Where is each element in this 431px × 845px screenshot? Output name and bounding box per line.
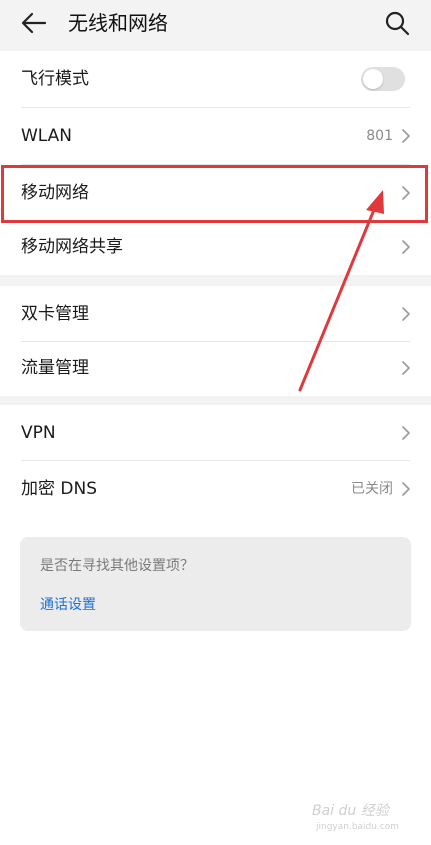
call-settings-link[interactable]: 通话设置 xyxy=(40,594,96,614)
watermark-url: jingyan.baidu.com xyxy=(316,822,400,832)
annotation-highlight-box xyxy=(1,165,428,223)
suggestion-question: 是否在寻找其他设置项？ xyxy=(40,558,194,574)
settings-group-sim: 双卡管理 流量管理 xyxy=(0,286,431,396)
row-label: 移动网络共享 xyxy=(21,237,123,257)
row-value: 801 xyxy=(366,128,393,144)
row-mobile-hotspot[interactable]: 移动网络共享 xyxy=(0,219,431,275)
chevron-right-icon xyxy=(402,426,410,440)
row-encrypted-dns[interactable]: 加密 DNS 已关闭 xyxy=(0,461,431,517)
row-label: VPN xyxy=(21,423,56,443)
row-label: 飞行模式 xyxy=(21,69,89,89)
page-title: 无线和网络 xyxy=(68,11,168,35)
row-value: 已关闭 xyxy=(351,481,393,497)
app-header: 无线和网络 xyxy=(0,0,431,46)
suggestion-card: 是否在寻找其他设置项？ 通话设置 xyxy=(20,537,411,631)
row-label: 流量管理 xyxy=(21,358,89,378)
search-icon[interactable] xyxy=(384,10,410,36)
airplane-mode-toggle[interactable] xyxy=(361,67,405,91)
row-dual-sim[interactable]: 双卡管理 xyxy=(0,286,431,342)
chevron-right-icon xyxy=(402,482,410,496)
row-label: 双卡管理 xyxy=(21,304,89,324)
chevron-right-icon xyxy=(402,240,410,254)
watermark-logo: Bai du 经验 xyxy=(312,803,389,819)
arrow-left-icon[interactable] xyxy=(21,11,47,35)
row-wlan[interactable]: WLAN 801 xyxy=(0,108,431,164)
row-vpn[interactable]: VPN xyxy=(0,405,431,461)
row-data-usage[interactable]: 流量管理 xyxy=(0,340,431,396)
toggle-knob xyxy=(363,69,383,89)
row-label: WLAN xyxy=(21,126,73,146)
chevron-right-icon xyxy=(402,129,410,143)
row-label: 加密 DNS xyxy=(21,479,98,499)
chevron-right-icon xyxy=(402,307,410,321)
chevron-right-icon xyxy=(402,361,410,375)
